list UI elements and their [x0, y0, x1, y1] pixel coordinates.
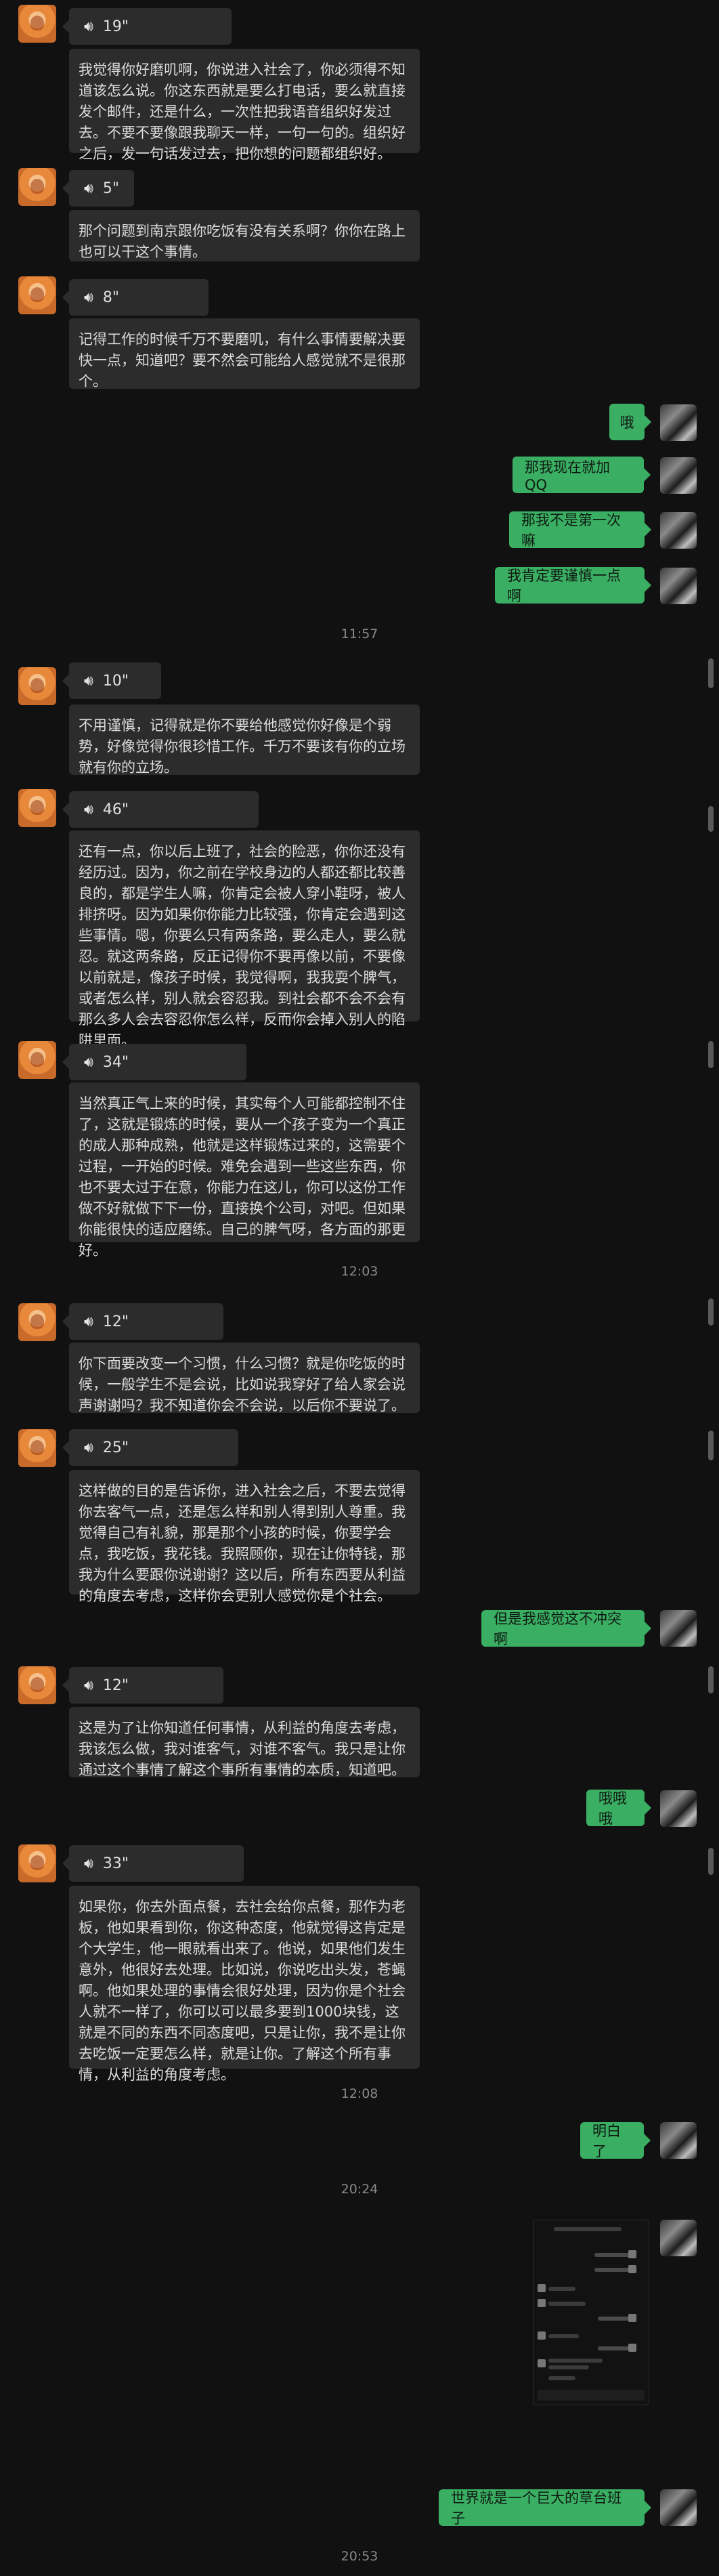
timestamp: 12:08 [341, 2086, 378, 2101]
avatar[interactable] [18, 1666, 56, 1704]
scrollbar-thumb[interactable] [708, 1298, 714, 1326]
voice-transcript: 记得工作的时候千万不要磨叽，有什么事情要解决要快一点，知道吧？要不然会可能给人感… [69, 318, 420, 389]
avatar[interactable] [18, 276, 56, 314]
scrollbar-thumb[interactable] [708, 806, 714, 832]
voice-wave-icon: 🔊︎ [84, 1313, 93, 1330]
avatar[interactable] [18, 789, 56, 827]
avatar[interactable] [18, 667, 56, 705]
text-message[interactable]: 哦哦哦 [586, 1790, 651, 1827]
voice-duration: 25" [102, 1439, 129, 1456]
voice-wave-icon: 🔊︎ [84, 801, 93, 818]
voice-message[interactable]: 🔊︎ 33" [62, 1845, 244, 1882]
text-message[interactable]: 明白了 [580, 2122, 651, 2159]
image-content [628, 2314, 636, 2322]
voice-wave-icon: 🔊︎ [84, 1855, 93, 1872]
image-content [538, 2359, 546, 2367]
avatar[interactable] [18, 1041, 56, 1079]
image-content [628, 2250, 636, 2258]
timestamp: 11:57 [341, 627, 378, 641]
voice-duration: 46" [102, 801, 129, 818]
image-content [548, 2287, 575, 2291]
voice-duration: 12" [102, 1313, 129, 1330]
voice-duration: 10" [102, 672, 129, 690]
image-content [548, 2359, 603, 2363]
text-message[interactable]: 世界就是一个巨大的草台班子 [439, 2489, 651, 2527]
avatar[interactable] [660, 512, 697, 549]
avatar[interactable] [660, 2122, 697, 2159]
avatar[interactable] [660, 457, 697, 494]
avatar[interactable] [18, 1303, 56, 1341]
image-content [548, 2334, 579, 2338]
text-message[interactable]: 哦 [609, 404, 651, 440]
voice-wave-icon: 🔊︎ [84, 18, 93, 35]
voice-transcript: 当然真正气上来的时候，其实每个人可能都控制不住了，这就是锻炼的时候，要从一个孩子… [69, 1082, 420, 1259]
voice-wave-icon: 🔊︎ [84, 1439, 93, 1456]
avatar[interactable] [660, 568, 697, 604]
voice-message[interactable]: 🔊︎ 34" [62, 1044, 246, 1080]
image-message[interactable] [533, 2220, 649, 2405]
avatar[interactable] [660, 1610, 697, 1647]
scrollbar-thumb[interactable] [708, 1041, 714, 1068]
text-message[interactable]: 那我不是第一次嘛 [509, 511, 651, 549]
avatar[interactable] [660, 2489, 697, 2526]
voice-wave-icon: 🔊︎ [84, 289, 93, 306]
voice-message[interactable]: 🔊︎ 25" [62, 1429, 238, 1466]
voice-wave-icon: 🔊︎ [84, 1676, 93, 1694]
voice-transcript: 这样做的目的是告诉你，进入社会之后，不要去觉得你去客气一点，还是怎么样和别人得到… [69, 1470, 420, 1604]
voice-transcript: 还有一点，你以后上班了，社会的险恶，你你还没有经历过。因为，你之前在学校身边的人… [69, 830, 420, 1049]
voice-message[interactable]: 🔊︎ 12" [62, 1667, 223, 1704]
voice-duration: 19" [102, 18, 129, 35]
voice-message[interactable]: 🔊︎ 19" [62, 8, 232, 45]
image-content [538, 2284, 546, 2292]
timestamp: 12:03 [341, 1264, 378, 1279]
voice-wave-icon: 🔊︎ [84, 1053, 93, 1071]
scrollbar-thumb[interactable] [708, 1666, 714, 1693]
image-content [548, 2365, 589, 2369]
voice-wave-icon: 🔊︎ [84, 180, 93, 197]
voice-transcript: 这是为了让你知道任何事情，从利益的角度去考虑，我该怎么做，我对谁客气，对谁不客气… [69, 1707, 420, 1778]
chat-window: 🔊︎ 19" 我觉得你好磨叽啊，你说进入社会了，你必须得不知道该怎么说。你这东西… [0, 0, 719, 2576]
image-content [538, 2390, 645, 2401]
voice-duration: 12" [102, 1676, 129, 1694]
image-content [548, 2302, 586, 2306]
image-content [628, 2265, 636, 2273]
avatar[interactable] [18, 1844, 56, 1882]
text-message[interactable]: 但是我感觉这不冲突啊 [481, 1610, 651, 1647]
image-content [538, 2299, 546, 2307]
avatar[interactable] [18, 1429, 56, 1467]
avatar[interactable] [660, 2220, 697, 2256]
image-content [628, 2344, 636, 2352]
voice-message[interactable]: 🔊︎ 5" [62, 170, 134, 207]
text-message[interactable]: 那我现在就加QQ [513, 457, 651, 493]
voice-message[interactable]: 🔊︎ 8" [62, 279, 209, 316]
voice-transcript: 如果你，你去外面点餐，去社会给你点餐，那作为老板，他如果看到你，你这种态度，他就… [69, 1886, 420, 2083]
voice-message[interactable]: 🔊︎ 12" [62, 1303, 223, 1340]
avatar[interactable] [18, 168, 56, 206]
avatar[interactable] [660, 1790, 697, 1827]
scrollbar-thumb[interactable] [708, 1431, 714, 1460]
timestamp: 20:24 [341, 2182, 378, 2197]
voice-wave-icon: 🔊︎ [84, 672, 93, 690]
voice-message[interactable]: 🔊︎ 10" [62, 662, 161, 699]
image-content [538, 2331, 546, 2340]
avatar[interactable] [660, 404, 697, 441]
voice-transcript: 我觉得你好磨叽啊，你说进入社会了，你必须得不知道该怎么说。你这东西就是要么打电话… [69, 49, 420, 162]
voice-transcript: 你下面要改变一个习惯，什么习惯？就是你吃饭的时候，一般学生不是会说，比如说我穿好… [69, 1343, 420, 1414]
voice-duration: 5" [102, 180, 119, 197]
voice-duration: 34" [102, 1053, 129, 1071]
text-message[interactable]: 我肯定要谨慎一点啊 [495, 567, 651, 604]
image-content [548, 2376, 575, 2380]
image-content [554, 2227, 622, 2231]
scrollbar-thumb[interactable] [708, 658, 714, 688]
voice-duration: 8" [102, 289, 119, 306]
voice-transcript: 不用谨慎，记得就是你不要给他感觉你好像是个弱势，好像觉得你很珍惜工作。千万不要该… [69, 704, 420, 776]
voice-message[interactable]: 🔊︎ 46" [62, 791, 259, 828]
scrollbar-thumb[interactable] [708, 1848, 714, 1875]
timestamp: 20:53 [341, 2549, 378, 2564]
voice-duration: 33" [102, 1855, 129, 1872]
avatar[interactable] [18, 5, 56, 43]
voice-transcript: 那个问题到南京跟你吃饭有没有关系啊？你你在路上也可以干这个事情。 [69, 210, 420, 261]
